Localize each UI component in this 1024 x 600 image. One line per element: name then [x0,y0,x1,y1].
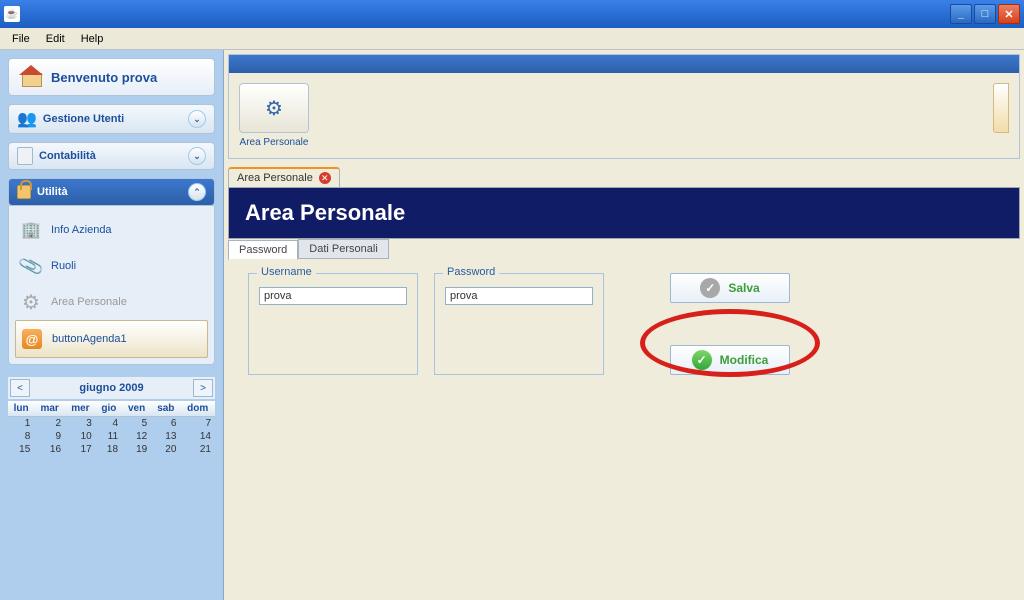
calendar-prev-button[interactable]: < [10,379,30,397]
username-fieldset: Username [248,273,418,375]
calendar-next-button[interactable]: > [193,379,213,397]
calendar-table: lunmarmergiovensabdom 123456789101112131… [8,401,215,456]
calendar-day-cell[interactable]: 10 [65,430,96,443]
welcome-panel: Benvenuto prova [8,58,215,96]
calendar-day-cell[interactable]: 7 [180,417,215,431]
username-label: Username [257,266,316,278]
gear-icon: ⚙ [21,292,41,312]
java-icon: ☕ [4,6,20,22]
menu-help[interactable]: Help [73,31,112,47]
password-fieldset: Password [434,273,604,375]
password-input[interactable] [445,287,593,305]
calendar-title: giugno 2009 [79,382,143,394]
document-tab-area-personale[interactable]: Area Personale ✕ [228,167,340,187]
calendar-day-cell[interactable]: 14 [180,430,215,443]
sidebar-item-info-azienda[interactable]: 🏢 Info Azienda [15,212,208,248]
document-tabs: Area Personale ✕ [228,167,1024,187]
calendar-day-cell[interactable]: 8 [8,430,34,443]
lock-icon [17,185,31,199]
username-input[interactable] [259,287,407,305]
page-title: Area Personale [228,187,1020,239]
calendar-day-header: dom [180,401,215,417]
calendar-day-cell[interactable]: 1 [8,417,34,431]
sidebar-item-area-personale[interactable]: ⚙ Area Personale [15,284,208,320]
chevron-down-icon[interactable]: ⌄ [188,147,206,165]
calendar-day-cell[interactable]: 12 [122,430,151,443]
calendar-day-cell[interactable]: 6 [151,417,180,431]
check-icon: ✓ [692,350,712,370]
welcome-text: Benvenuto prova [51,70,157,85]
calendar-day-cell[interactable]: 2 [34,417,65,431]
tab-close-icon[interactable]: ✕ [319,172,331,184]
calendar-day-cell[interactable]: 17 [65,443,96,456]
chevron-down-icon[interactable]: ⌄ [188,110,206,128]
calendar-day-cell[interactable]: 19 [122,443,151,456]
calendar-day-header: ven [122,401,151,417]
chevron-up-icon[interactable]: ⌃ [188,183,206,201]
form-area: Username Password ✓ Salva ✓ Modifica [228,259,1020,389]
calendar-day-cell[interactable]: 11 [96,430,122,443]
check-icon: ✓ [700,278,720,298]
tab-password[interactable]: Password [228,240,298,260]
sidebar-section-gestione-utenti[interactable]: 👥Gestione Utenti ⌄ [8,104,215,134]
calendar-day-cell[interactable]: 21 [180,443,215,456]
password-label: Password [443,266,499,278]
utilita-body: 🏢 Info Azienda 📎 Ruoli ⚙ Area Personale … [8,206,215,365]
users-icon: 👥 [17,109,37,129]
sidebar-section-contabilita[interactable]: Contabilità ⌄ [8,142,215,170]
main-content: ⚙ Area Personale Area Personale ✕ Area P… [224,50,1024,600]
toolbar-panel: ⚙ Area Personale [228,54,1020,159]
calendar-day-cell[interactable]: 15 [8,443,34,456]
calendar-day-cell[interactable]: 20 [151,443,180,456]
calendar-day-header: mer [65,401,96,417]
at-icon: @ [22,329,42,349]
toolbar-button-area-personale[interactable]: ⚙ [239,83,309,133]
sidebar-item-button-agenda[interactable]: @ buttonAgenda1 [15,320,208,358]
calendar-day-header: gio [96,401,122,417]
calculator-icon [17,147,33,165]
home-icon [19,67,43,87]
calendar-day-header: lun [8,401,34,417]
calendar-day-cell[interactable]: 3 [65,417,96,431]
paperclip-icon: 📎 [18,253,44,279]
tab-dati-personali[interactable]: Dati Personali [298,239,388,259]
close-button[interactable]: ✕ [998,4,1020,24]
gear-icon: ⚙ [265,96,283,121]
calendar-day-cell[interactable]: 5 [122,417,151,431]
building-icon: 🏢 [21,220,41,240]
toolbar-label: Area Personale [240,137,309,148]
calendar-widget: < giugno 2009 > lunmarmergiovensabdom 12… [8,373,215,456]
menubar: File Edit Help [0,28,1024,50]
sidebar-item-ruoli[interactable]: 📎 Ruoli [15,248,208,284]
salva-button[interactable]: ✓ Salva [670,273,790,303]
window-titlebar: ☕ _ □ ✕ [0,0,1024,28]
calendar-day-header: mar [34,401,65,417]
calendar-day-cell[interactable]: 18 [96,443,122,456]
sidebar: Benvenuto prova 👥Gestione Utenti ⌄ Conta… [0,50,224,600]
maximize-button[interactable]: □ [974,4,996,24]
minimize-button[interactable]: _ [950,4,972,24]
calendar-day-cell[interactable]: 9 [34,430,65,443]
sub-tabs: Password Dati Personali [228,239,1020,259]
menu-edit[interactable]: Edit [38,31,73,47]
calendar-day-cell[interactable]: 16 [34,443,65,456]
toolbar-side-button[interactable] [993,83,1009,133]
calendar-day-cell[interactable]: 4 [96,417,122,431]
modifica-button[interactable]: ✓ Modifica [670,345,790,375]
sidebar-section-utilita[interactable]: Utilità ⌃ [8,178,215,206]
calendar-day-cell[interactable]: 13 [151,430,180,443]
calendar-day-header: sab [151,401,180,417]
menu-file[interactable]: File [4,31,38,47]
